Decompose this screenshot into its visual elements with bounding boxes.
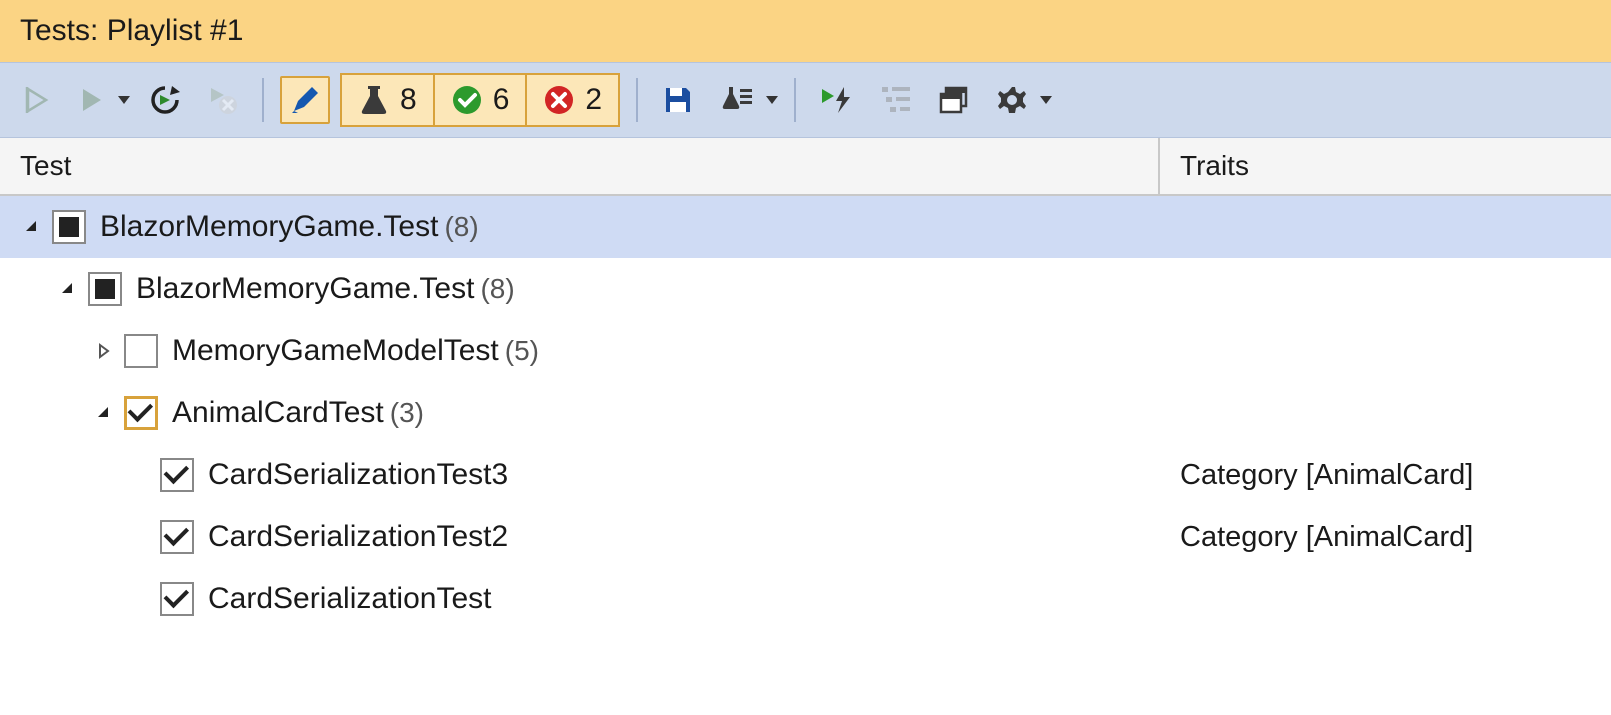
node-label: BlazorMemoryGame.Test	[136, 272, 474, 306]
flask-icon	[358, 84, 390, 116]
expander-expanded-icon[interactable]	[20, 219, 44, 235]
hierarchy-icon	[880, 84, 912, 116]
tree-row[interactable]: CardSerializationTest2 Category [AnimalCa…	[0, 506, 1611, 568]
playlist-options-button[interactable]	[712, 76, 762, 124]
column-header-row: Test Traits	[0, 138, 1611, 196]
node-label: MemoryGameModelTest	[172, 334, 499, 368]
expander-expanded-icon[interactable]	[56, 281, 80, 297]
chevron-down-icon	[1040, 96, 1052, 104]
column-header-test[interactable]: Test	[0, 138, 1160, 194]
node-label: BlazorMemoryGame.Test	[100, 210, 438, 244]
play-icon	[79, 87, 105, 113]
settings-dropdown[interactable]	[988, 76, 1052, 124]
title-text: Tests: Playlist #1	[20, 14, 243, 47]
error-circle-icon	[543, 84, 575, 116]
tree-cell-test: MemoryGameModelTest (5)	[0, 334, 1160, 368]
checkbox-unchecked[interactable]	[124, 334, 158, 368]
column-header-label: Traits	[1180, 150, 1249, 181]
playlist-options-dropdown[interactable]	[712, 76, 778, 124]
toolbar-separator	[636, 78, 638, 122]
pencil-icon	[288, 83, 322, 117]
total-count: 8	[400, 83, 417, 117]
chevron-down-icon	[118, 96, 130, 104]
checkbox-checked[interactable]	[160, 520, 194, 554]
column-header-label: Test	[20, 150, 71, 181]
check-circle-icon	[451, 84, 483, 116]
failed-tests-cell[interactable]: 2	[527, 73, 620, 127]
play-bolt-icon	[820, 85, 854, 115]
gear-icon	[996, 84, 1028, 116]
tree-row[interactable]: BlazorMemoryGame.Test (8)	[0, 258, 1611, 320]
settings-button[interactable]	[988, 76, 1036, 124]
save-playlist-button[interactable]	[654, 76, 702, 124]
show-test-run-button[interactable]	[812, 76, 862, 124]
passed-tests-cell[interactable]: 6	[435, 73, 528, 127]
tree-cell-test: AnimalCardTest (3)	[0, 396, 1160, 430]
node-label: AnimalCardTest	[172, 396, 384, 430]
checkbox-checked[interactable]	[160, 458, 194, 492]
passed-count: 6	[493, 83, 510, 117]
toolbar: 8 6 2	[0, 62, 1611, 138]
flask-list-icon	[720, 83, 754, 117]
edit-playlist-button[interactable]	[280, 76, 330, 124]
tree-cell-test: BlazorMemoryGame.Test (8)	[0, 272, 1160, 306]
run-all-in-view-button[interactable]	[14, 76, 60, 124]
run-button[interactable]	[70, 76, 114, 124]
group-by-button[interactable]	[872, 76, 920, 124]
tree-cell-test: BlazorMemoryGame.Test (8)	[0, 210, 1160, 244]
checkbox-checked[interactable]	[124, 396, 158, 430]
node-count: (8)	[444, 211, 478, 243]
node-count: (5)	[505, 335, 539, 367]
open-in-new-window-button[interactable]	[930, 76, 978, 124]
node-count: (3)	[390, 397, 424, 429]
tree-row[interactable]: CardSerializationTest	[0, 568, 1611, 630]
tree-cell-test: CardSerializationTest2	[0, 520, 1160, 554]
traits-cell: Category [AnimalCard]	[1160, 459, 1611, 492]
tree-cell-test: CardSerializationTest	[0, 582, 1160, 616]
play-outline-icon	[22, 85, 52, 115]
toolbar-separator	[262, 78, 264, 122]
tree-cell-test: CardSerializationTest3	[0, 458, 1160, 492]
chevron-down-icon	[766, 96, 778, 104]
node-label: CardSerializationTest2	[208, 520, 508, 554]
tree-row[interactable]: MemoryGameModelTest (5)	[0, 320, 1611, 382]
run-dropdown[interactable]	[70, 76, 130, 124]
toolbar-separator	[794, 78, 796, 122]
expander-expanded-icon[interactable]	[92, 405, 116, 421]
windows-icon	[938, 84, 970, 116]
node-label: CardSerializationTest	[208, 582, 491, 616]
window-title: Tests: Playlist #1	[0, 0, 1611, 62]
cancel-run-button[interactable]	[200, 76, 246, 124]
node-label: CardSerializationTest3	[208, 458, 508, 492]
play-cancel-icon	[208, 85, 238, 115]
total-tests-cell[interactable]: 8	[340, 73, 435, 127]
repeat-run-icon	[148, 83, 182, 117]
checkbox-checked[interactable]	[160, 582, 194, 616]
repeat-last-run-button[interactable]	[140, 76, 190, 124]
column-header-traits[interactable]: Traits	[1160, 138, 1611, 194]
tree-row[interactable]: CardSerializationTest3 Category [AnimalCa…	[0, 444, 1611, 506]
failed-count: 2	[585, 83, 602, 117]
checkbox-indeterminate[interactable]	[52, 210, 86, 244]
expander-collapsed-icon[interactable]	[92, 343, 116, 359]
tree-row[interactable]: AnimalCardTest (3)	[0, 382, 1611, 444]
node-count: (8)	[480, 273, 514, 305]
save-icon	[662, 84, 694, 116]
test-tree: BlazorMemoryGame.Test (8)BlazorMemoryGam…	[0, 196, 1611, 630]
checkbox-indeterminate[interactable]	[88, 272, 122, 306]
test-counts: 8 6 2	[340, 73, 620, 127]
traits-cell: Category [AnimalCard]	[1160, 521, 1611, 554]
tree-row[interactable]: BlazorMemoryGame.Test (8)	[0, 196, 1611, 258]
